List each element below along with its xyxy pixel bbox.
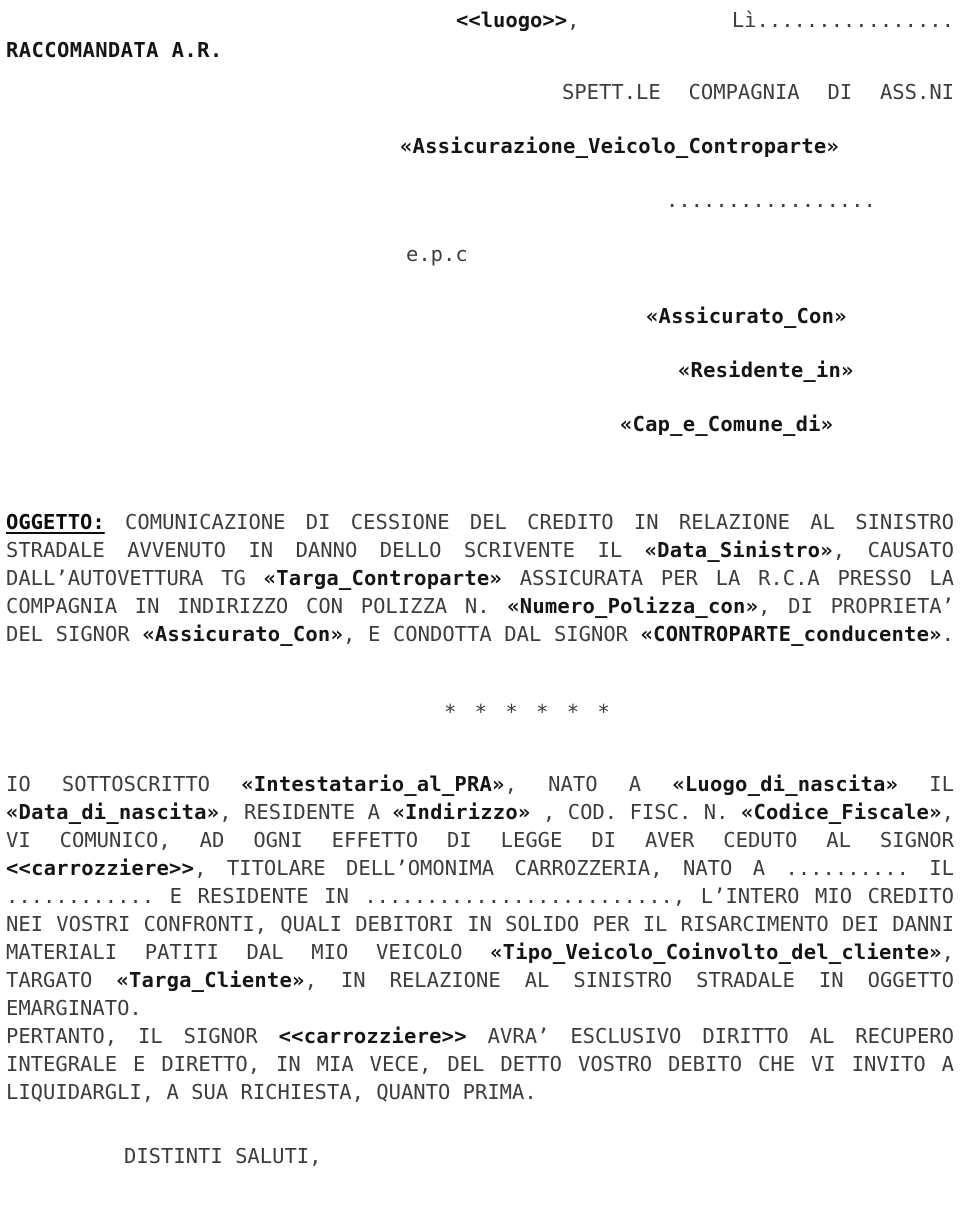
place-date-separator: ,	[567, 8, 732, 32]
body-text-run: , NATO A	[504, 772, 673, 796]
place-date-line: <<luogo>>, Lì................	[6, 6, 954, 34]
body-paragraph-1: IO SOTTOSCRITTO «Intestatario_al_PRA», N…	[6, 770, 954, 1022]
merge-field: «Numero_Polizza_con»	[507, 594, 759, 618]
merge-field: «Luogo_di_nascita»	[672, 772, 899, 796]
merge-field: «Assicurato_Con»	[142, 622, 344, 646]
merge-field: <<carrozziere>>	[278, 1024, 467, 1048]
recipient-company-field: «Assicurazione_Veicolo_Controparte»	[400, 134, 839, 158]
merge-field: «Tipo_Veicolo_Coinvolto_del_cliente»	[490, 940, 942, 964]
merge-field: «Codice_Fiscale»	[740, 800, 942, 824]
section-separator: * * * * * *	[444, 700, 613, 724]
merge-field: «Targa_Controparte»	[263, 566, 502, 590]
body-paragraph-2: PERTANTO, IL SIGNOR <<carrozziere>> AVRA…	[6, 1022, 954, 1106]
body-text-run: , COD. FISC. N.	[530, 800, 741, 824]
subject-text: COMUNICAZIONE DI CESSIONE DEL CREDITO IN…	[6, 510, 954, 646]
body-text-run: , E CONDOTTA DAL SIGNOR	[343, 622, 641, 646]
date-dots: ................	[756, 8, 954, 32]
letter-page: <<luogo>>, Lì................ RACCOMANDA…	[0, 6, 960, 1221]
cc-cap-comune-field: «Cap_e_Comune_di»	[620, 412, 834, 436]
merge-field: <<carrozziere>>	[6, 856, 195, 880]
body-text-run: PERTANTO, IL SIGNOR	[6, 1024, 279, 1048]
cc-label: e.p.c	[406, 242, 468, 266]
place-field: <<luogo>>	[456, 8, 568, 32]
merge-field: «Intestatario_al_PRA»	[241, 772, 505, 796]
body-text-run: , RESIDENTE A	[219, 800, 393, 824]
registered-mail-label: RACCOMANDATA A.R.	[6, 38, 223, 62]
recipient-address-dots: .................	[666, 188, 876, 212]
recipient-label: SPETT.LE COMPAGNIA DI ASS.NI	[562, 80, 954, 104]
date-label: Lì	[731, 8, 757, 32]
merge-field: «CONTROPARTE_conducente»	[640, 622, 942, 646]
subject-paragraph: OGGETTO: COMUNICAZIONE DI CESSIONE DEL C…	[6, 508, 954, 648]
cc-name-field: «Assicurato_Con»	[646, 304, 847, 328]
body-text-run: IL	[898, 772, 954, 796]
merge-field: «Targa_Cliente»	[116, 968, 305, 992]
body-text-run: IO SOTTOSCRITTO	[6, 772, 242, 796]
letter-body: OGGETTO: COMUNICAZIONE DI CESSIONE DEL C…	[6, 508, 954, 1170]
cc-residence-field: «Residente_in»	[678, 358, 854, 382]
body-text-run: .	[941, 622, 954, 646]
merge-field: «Indirizzo»	[392, 800, 531, 824]
merge-field: «Data_Sinistro»	[644, 538, 833, 562]
closing-line: DISTINTI SALUTI,	[124, 1144, 322, 1168]
merge-field: «Data_di_nascita»	[6, 800, 220, 824]
subject-label: OGGETTO:	[6, 510, 105, 534]
